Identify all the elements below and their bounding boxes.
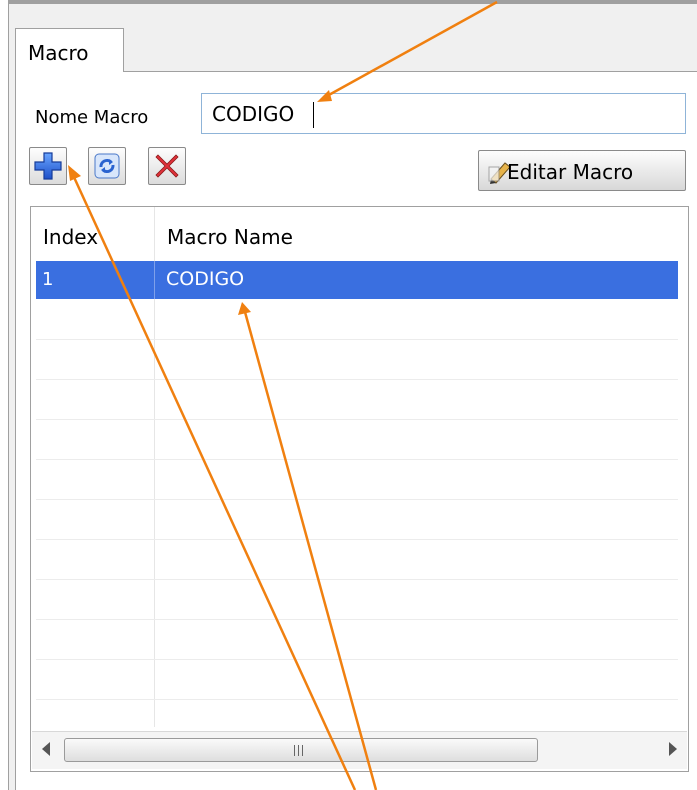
row-divider <box>36 539 678 540</box>
row-divider <box>36 419 678 420</box>
horizontal-scrollbar[interactable] <box>32 731 687 769</box>
scroll-left-icon[interactable] <box>42 742 50 756</box>
add-macro-button[interactable] <box>29 147 67 185</box>
edit-macro-button[interactable]: Editar Macro <box>478 150 686 191</box>
column-header-macro-name[interactable]: Macro Name <box>167 225 293 265</box>
refresh-button[interactable] <box>88 147 126 185</box>
row-divider <box>36 579 678 580</box>
tab-macro[interactable]: Macro <box>15 28 124 72</box>
scroll-thumb[interactable] <box>64 738 538 762</box>
row-divider <box>36 459 678 460</box>
tab-label: Macro <box>28 41 89 65</box>
macro-name-input[interactable] <box>201 93 686 134</box>
column-header-index[interactable]: Index <box>43 225 98 265</box>
scroll-right-icon[interactable] <box>669 742 677 756</box>
row-divider <box>36 699 678 700</box>
edit-macro-label: Editar Macro <box>507 160 634 184</box>
cell-index: 1 <box>42 269 54 290</box>
app-window: Macro Nome Macro CODIGO Editar Macro Ind… <box>0 0 697 790</box>
plus-icon <box>34 152 62 180</box>
row-divider <box>36 379 678 380</box>
macro-name-label: Nome Macro <box>35 107 149 128</box>
delete-x-icon <box>155 154 179 178</box>
delete-macro-button[interactable] <box>148 147 186 185</box>
macro-grid[interactable]: Index Macro Name 1 CODIGO <box>30 206 689 772</box>
cell-macro-name: CODIGO <box>166 268 245 290</box>
cell-divider <box>154 261 155 299</box>
table-row[interactable]: 1 CODIGO <box>36 261 678 299</box>
scroll-grip-icon <box>294 745 306 756</box>
refresh-icon <box>94 153 120 179</box>
row-divider <box>36 499 678 500</box>
row-divider <box>36 619 678 620</box>
row-divider <box>36 659 678 660</box>
row-divider <box>36 339 678 340</box>
text-caret <box>313 102 314 128</box>
window-left-edge <box>0 0 9 790</box>
top-border <box>0 0 697 4</box>
